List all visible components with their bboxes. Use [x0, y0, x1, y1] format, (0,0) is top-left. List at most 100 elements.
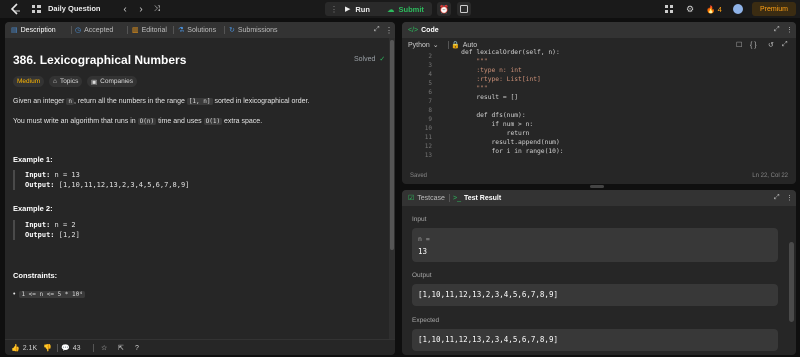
output-label: Output: [412, 272, 432, 279]
top-bar: Daily Question ‹ › ⤨ ⋮ ▶ Run ☁ Submit ⏰ …: [0, 0, 800, 18]
code-line: result = []: [446, 94, 519, 101]
line-number-gutter: 2 3 4 5 6 7 8 9 10 11 12 13: [424, 53, 432, 159]
layout-icon[interactable]: [663, 0, 675, 18]
cursor-position: Ln 22, Col 22: [752, 173, 788, 179]
code-line: return: [446, 130, 530, 137]
maximize-icon[interactable]: ⤢: [774, 22, 780, 38]
more-icon[interactable]: ⋮: [385, 22, 393, 38]
output-value: [1,10,11,12,13,2,3,4,5,6,7,8,9]: [418, 290, 558, 299]
problem-title[interactable]: 386. Lexicographical Numbers: [13, 53, 186, 67]
language-select[interactable]: Python ⌄: [408, 38, 439, 52]
settings-gear-icon[interactable]: ⚙: [684, 0, 696, 18]
like-button[interactable]: 👍 2.1K: [11, 340, 37, 355]
description-panel: ▤ Description ◷ Accepted ▥ Editorial ⚗ S…: [5, 22, 395, 355]
description-scrollbar[interactable]: [389, 38, 395, 339]
drag-handle-icon[interactable]: ⋮: [329, 2, 339, 16]
code-line: if num > n:: [446, 121, 534, 128]
constraint-item: • 1 <= n <= 5 * 10⁴: [13, 291, 85, 298]
code-line: :rtype: List[int]: [446, 76, 541, 83]
example-1-box: Input: n = 13 Output: [1,10,11,12,13,2,3…: [13, 170, 253, 190]
flask-icon: ⚗: [178, 27, 185, 34]
example-2-title: Example 2:: [13, 204, 53, 213]
problem-statement-1: Given an integer n, return all the numbe…: [13, 98, 310, 105]
topics-chip[interactable]: ⌂ Topics: [49, 76, 83, 87]
cloud-upload-icon: ☁: [387, 4, 395, 14]
favorite-star-icon[interactable]: ☆: [101, 340, 107, 355]
code-panel: </> Code ⤢ ⋮ Python ⌄ 🔒 Auto ☐ { } ↺ ⤢ 2…: [402, 22, 796, 184]
example-2-box: Input: n = 2 Output: [1,2]: [13, 220, 253, 240]
output-box: [1,10,11,12,13,2,3,4,5,6,7,8,9]: [412, 284, 778, 306]
shuffle-icon[interactable]: ⤨: [150, 0, 164, 18]
test-tab-bar: ☑ Testcase >_ Test Result ⤢ ⋮: [402, 190, 796, 206]
streak-counter[interactable]: 🔥 4: [703, 0, 725, 18]
lock-icon: ▣: [91, 78, 98, 86]
submissions-icon: ↻: [229, 27, 235, 34]
history-icon: ◷: [75, 27, 82, 34]
tab-test-result[interactable]: >_ Test Result: [453, 190, 501, 206]
notes-icon[interactable]: [457, 2, 471, 16]
premium-button[interactable]: Premium: [752, 2, 796, 16]
maximize-icon[interactable]: ⤢: [774, 190, 780, 206]
more-icon[interactable]: ⋮: [786, 190, 793, 206]
companies-chip[interactable]: ▣ Companies: [87, 76, 138, 87]
fire-icon: 🔥: [706, 4, 716, 14]
test-result-panel: ☑ Testcase >_ Test Result ⤢ ⋮ Input n = …: [402, 190, 796, 355]
help-icon[interactable]: ?: [135, 340, 139, 355]
code-line: def dfs(num):: [446, 112, 526, 119]
constraints-title: Constraints:: [13, 271, 58, 280]
dislike-button[interactable]: 👎: [43, 340, 52, 355]
tag-icon: ⌂: [53, 78, 57, 85]
next-problem-icon[interactable]: ›: [135, 0, 147, 18]
prev-problem-icon[interactable]: ‹: [119, 0, 131, 18]
code-line: result.append(num): [446, 139, 560, 146]
alarm-clock-icon[interactable]: ⏰: [437, 2, 451, 16]
tab-divider: [449, 194, 450, 202]
submit-button[interactable]: ☁ Submit: [387, 2, 424, 16]
fullscreen-icon[interactable]: ⤢: [782, 38, 788, 52]
input-value: 13: [418, 247, 428, 256]
maximize-icon[interactable]: ⤢: [374, 22, 380, 38]
checkbox-icon: ☑: [408, 195, 415, 202]
tab-code[interactable]: </> Code: [408, 22, 439, 38]
code-line: for i in range(10):: [446, 148, 564, 155]
thumbs-down-icon: 👎: [43, 345, 52, 352]
daily-question-title[interactable]: Daily Question: [48, 3, 101, 15]
document-icon: ▤: [11, 27, 18, 34]
run-label: Run: [355, 4, 370, 14]
leetcode-logo[interactable]: [8, 0, 22, 18]
test-result-scrollbar[interactable]: [789, 242, 794, 322]
avatar[interactable]: [731, 0, 745, 18]
tab-description[interactable]: ▤ Description: [11, 22, 56, 38]
streak-count: 4: [717, 4, 722, 14]
more-icon[interactable]: ⋮: [786, 22, 793, 38]
run-submit-group: ⋮ ▶ Run ☁ Submit: [325, 2, 432, 16]
scrollbar-thumb[interactable]: [390, 40, 394, 250]
comments-button[interactable]: 💬 43: [61, 340, 81, 355]
code-line: def lexicalOrder(self, n):: [446, 49, 560, 56]
comment-icon: 💬: [61, 345, 70, 352]
panel-resize-handle[interactable]: [590, 185, 604, 188]
code-line: :type n: int: [446, 67, 522, 74]
input-label: Input: [412, 216, 427, 223]
input-box: n = 13: [412, 228, 778, 262]
description-footer: 👍 2.1K 👎 💬 43 ☆ ⇱ ?: [5, 339, 395, 355]
saved-status: Saved: [410, 173, 428, 179]
problem-list-icon[interactable]: [30, 0, 42, 18]
expected-label: Expected: [412, 317, 440, 324]
code-editor[interactable]: def lexicalOrder(self, n): """ :type n: …: [446, 49, 776, 156]
thumbs-up-icon: 👍: [11, 345, 20, 352]
tab-accepted[interactable]: ◷ Accepted: [75, 22, 113, 38]
tab-submissions[interactable]: ↻ Submissions: [229, 22, 278, 38]
tab-editorial[interactable]: ▥ Editorial: [132, 22, 167, 38]
code-tab-bar: </> Code ⤢ ⋮: [402, 22, 796, 38]
tab-testcase[interactable]: ☑ Testcase: [408, 190, 445, 206]
tab-divider: [71, 26, 72, 34]
check-circle-icon: ✓: [379, 56, 386, 63]
terminal-icon: >_: [453, 194, 461, 202]
input-var-name: n =: [418, 235, 430, 243]
code-line: """: [446, 85, 488, 92]
tab-solutions[interactable]: ⚗ Solutions: [178, 22, 216, 38]
share-icon[interactable]: ⇱: [118, 340, 124, 355]
code-brackets-icon: </>: [408, 26, 419, 34]
run-button[interactable]: ▶ Run: [345, 2, 370, 16]
